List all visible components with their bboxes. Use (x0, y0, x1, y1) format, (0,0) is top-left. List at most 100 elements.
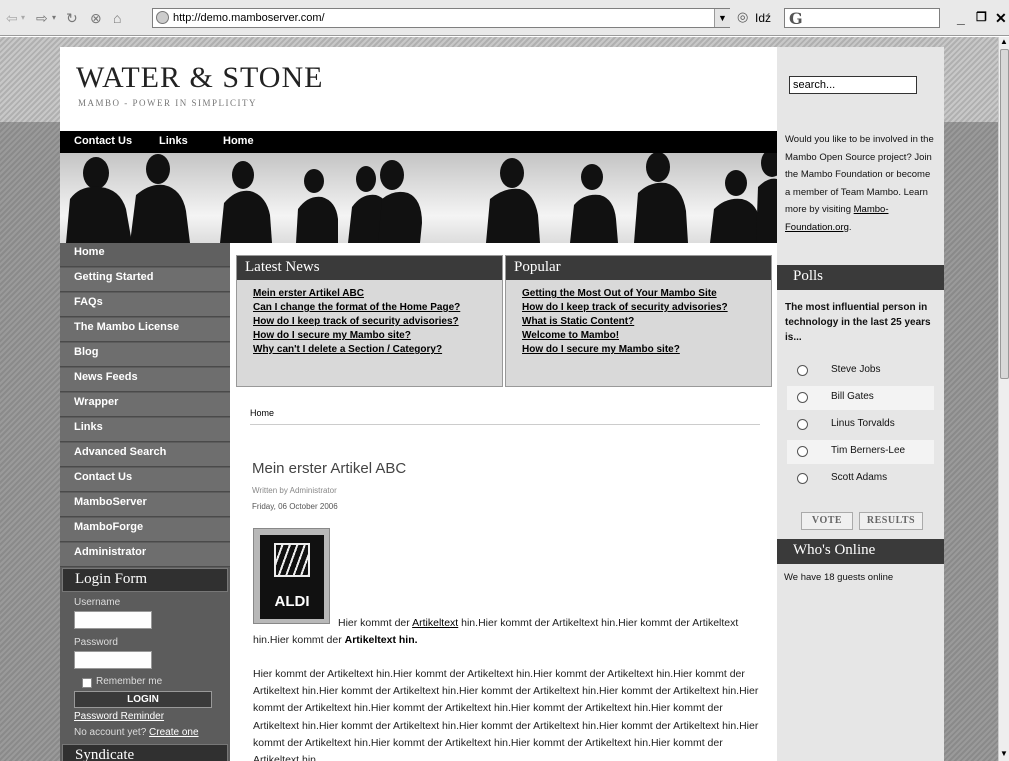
stop-icon[interactable]: ⊗ (90, 9, 102, 27)
right-column: search... Would you like to be involved … (777, 47, 944, 761)
vote-button[interactable]: VOTE (801, 512, 853, 530)
nav-administrator[interactable]: Administrator (60, 543, 230, 567)
topnav-home[interactable]: Home (223, 135, 254, 147)
nav-mambo-license[interactable]: The Mambo License (60, 318, 230, 342)
results-button[interactable]: RESULTS (859, 512, 923, 530)
back-icon[interactable]: ⇦ (6, 9, 18, 27)
popular-link[interactable]: Welcome to Mambo! (522, 329, 771, 343)
latest-news-link[interactable]: Why can't I delete a Section / Category? (253, 343, 502, 357)
popular-module: Popular Getting the Most Out of Your Mam… (505, 255, 772, 387)
password-label: Password (74, 637, 118, 648)
nav-getting-started[interactable]: Getting Started (60, 268, 230, 292)
nav-mamboserver[interactable]: MamboServer (60, 493, 230, 517)
nav-advanced-search[interactable]: Advanced Search (60, 443, 230, 467)
username-input[interactable] (74, 611, 152, 629)
article-author: Written by Administrator (252, 486, 337, 495)
address-bar[interactable]: http://demo.mamboserver.com/ (152, 8, 730, 28)
main-column: WATER & STONE MAMBO - POWER IN SIMPLICIT… (60, 47, 777, 761)
scroll-up-icon[interactable]: ▲ (999, 37, 1009, 48)
intro-bold-text: Artikeltext hin. (344, 634, 418, 646)
poll-radio[interactable] (797, 365, 808, 376)
intro-text: hin.Hier kommt der Artikeltext hin.Hier … (253, 617, 739, 646)
home-icon[interactable]: ⌂ (113, 9, 121, 27)
page-scrollbar[interactable]: ▲ ▼ (998, 37, 1009, 761)
latest-news-link[interactable]: How do I secure my Mambo site? (253, 329, 502, 343)
nav-news-feeds[interactable]: News Feeds (60, 368, 230, 392)
poll-option[interactable]: Steve Jobs (787, 359, 934, 383)
aldi-logo-stripes (274, 543, 310, 577)
reload-icon[interactable]: ↻ (66, 9, 78, 27)
popular-link[interactable]: How do I keep track of security advisori… (522, 301, 771, 315)
poll-option[interactable]: Linus Torvalds (787, 413, 934, 437)
nav-wrapper[interactable]: Wrapper (60, 393, 230, 417)
scroll-down-icon[interactable]: ▼ (999, 749, 1009, 760)
popular-link[interactable]: How do I secure my Mambo site? (522, 343, 771, 357)
article-body: Hier kommt der Artikeltext hin.Hier komm… (253, 668, 759, 761)
latest-news-link[interactable]: Can I change the format of the Home Page… (253, 301, 502, 315)
login-button[interactable]: LOGIN (74, 691, 212, 708)
poll-option-label: Steve Jobs (831, 364, 881, 375)
site-subtitle: MAMBO - POWER IN SIMPLICITY (78, 98, 258, 108)
aldi-logo-text: ALDI (274, 593, 310, 610)
username-label: Username (74, 597, 121, 608)
no-account-label: No account yet? (74, 727, 147, 738)
nav-faqs[interactable]: FAQs (60, 293, 230, 317)
go-button[interactable]: Idź (755, 11, 771, 25)
breadcrumb[interactable]: Home (250, 408, 274, 418)
site-title[interactable]: WATER & STONE (76, 61, 323, 95)
nav-contact-us[interactable]: Contact Us (60, 468, 230, 492)
browser-search-box[interactable]: G (784, 8, 940, 28)
intro-text: Hier kommt der (338, 617, 413, 629)
search-engine-icon[interactable]: G (789, 9, 803, 28)
whos-online-text: We have 18 guests online (784, 572, 894, 583)
address-url: http://demo.mamboserver.com/ (173, 12, 325, 24)
poll-radio[interactable] (797, 419, 808, 430)
poll-radio[interactable] (797, 473, 808, 484)
poll-radio[interactable] (797, 392, 808, 403)
poll-question: The most influential person in technolog… (785, 302, 931, 343)
topnav-contact-us[interactable]: Contact Us (74, 135, 132, 147)
poll-option[interactable]: Tim Berners-Lee (787, 440, 934, 464)
invite-end: . (848, 221, 852, 233)
site-search-input[interactable]: search... (789, 76, 917, 94)
nav-links[interactable]: Links (60, 418, 230, 442)
address-dropdown-icon[interactable]: ▼ (714, 9, 730, 27)
remember-me-checkbox[interactable] (82, 678, 92, 688)
invite-text: Would you like to be involved in the Mam… (785, 131, 937, 236)
polls-heading: Polls (777, 265, 944, 290)
nav-blog[interactable]: Blog (60, 343, 230, 367)
site-icon (156, 11, 169, 24)
nav-mamboforge[interactable]: MamboForge (60, 518, 230, 542)
nav-home[interactable]: Home (60, 243, 230, 267)
remember-me-label: Remember me (96, 676, 163, 687)
minimize-icon[interactable]: _ (957, 10, 965, 26)
artikeltext-link[interactable]: Artikeltext (412, 617, 458, 629)
popular-link[interactable]: What is Static Content? (522, 315, 771, 329)
forward-icon[interactable]: ⇨ (36, 9, 48, 27)
password-reminder-link[interactable]: Password Reminder (74, 711, 164, 722)
close-icon[interactable]: ✕ (995, 10, 1007, 27)
syndicate-heading: Syndicate (62, 744, 228, 761)
top-navigation: Contact Us Links Home (60, 131, 777, 153)
topnav-links[interactable]: Links (159, 135, 188, 147)
breadcrumb-divider (250, 424, 760, 425)
poll-option[interactable]: Scott Adams (787, 467, 934, 491)
article-image: ALDI (253, 528, 330, 624)
password-input[interactable] (74, 651, 152, 669)
poll-radio[interactable] (797, 446, 808, 457)
back-dropdown-icon[interactable]: ▾ (21, 9, 25, 27)
silhouettes-image (66, 153, 777, 243)
popular-link[interactable]: Getting the Most Out of Your Mambo Site (522, 287, 771, 301)
page-viewport: WATER & STONE MAMBO - POWER IN SIMPLICIT… (0, 37, 998, 761)
latest-news-link[interactable]: How do I keep track of security advisori… (253, 315, 502, 329)
poll-option[interactable]: Bill Gates (787, 386, 934, 410)
scrollbar-thumb[interactable] (1000, 49, 1009, 379)
go-icon[interactable]: ◎ (737, 9, 748, 25)
create-account-link[interactable]: Create one (149, 727, 198, 738)
no-account-text: No account yet? Create one (74, 727, 199, 738)
latest-news-link[interactable]: Mein erster Artikel ABC (253, 287, 502, 301)
forward-dropdown-icon[interactable]: ▾ (52, 9, 56, 27)
latest-news-heading: Latest News (237, 256, 502, 280)
restore-icon[interactable]: ❐ (976, 10, 987, 24)
poll-option-label: Scott Adams (831, 472, 888, 483)
